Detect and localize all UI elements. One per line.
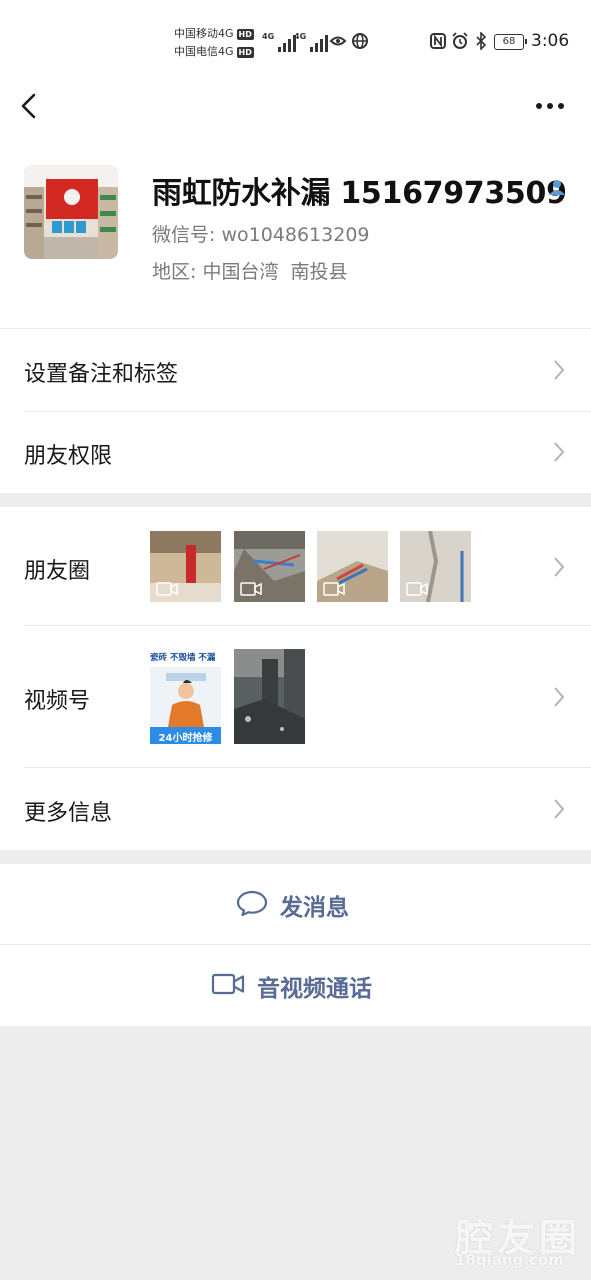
watermark-url: 18qiang.com [455,1251,564,1269]
watermark: 腔友圈 18qiang.com [455,1207,581,1269]
moments-thumbnail[interactable] [150,531,221,602]
clock: 3:06 [531,31,570,51]
chevron-right-icon [552,556,566,578]
channels-thumb-bottom-text: 24小时抢修 [158,733,213,744]
region: 地区: 中国台湾 南投县 [152,261,348,283]
video-icon [156,582,178,596]
send-message-button[interactable]: 发消息 [0,864,591,945]
av-call-label: 音视频通话 [257,975,372,1002]
battery-icon: 68 [494,34,527,50]
friend-permissions-row[interactable]: 朋友权限 [0,412,591,493]
moments-thumbnail[interactable] [400,531,471,602]
globe-icon [351,32,369,55]
contact-name: 雨虹防水补漏 15167973509 [152,176,567,211]
back-icon[interactable] [18,92,42,120]
friend-permissions-label: 朋友权限 [24,444,113,469]
data-saver-icon [329,32,347,55]
video-icon [406,582,428,596]
hd-badge: HD [236,28,254,40]
contact-icon [548,178,566,196]
send-message-label: 发消息 [280,894,349,921]
wechat-id: 微信号: wo1048613209 [152,224,370,246]
carrier-2: 中国电信4G [174,45,234,58]
moments-row[interactable]: 朋友圈 [0,507,591,625]
signal-icon: 4G [262,32,297,52]
hd-badge: HD [236,46,254,58]
video-call-icon [211,972,245,1000]
channels-thumb-top-text: 瓷砖 不毁墙 不漏 [150,653,216,663]
alarm-icon [451,32,469,55]
carrier-info: 中国移动4G HD 中国电信4G HD [174,25,254,61]
info-group: 朋友圈 视频号 瓷砖 不毁墙 不漏 24小时抢修 更多信息 [0,507,591,850]
channels-label: 视频号 [24,689,91,714]
chevron-right-icon [552,686,566,708]
moments-thumbnail[interactable] [234,531,305,602]
channels-row[interactable]: 视频号 瓷砖 不毁墙 不漏 24小时抢修 [0,626,591,767]
nfc-icon [429,32,447,55]
moments-thumbnail[interactable] [317,531,388,602]
nav-bar [0,74,591,138]
chevron-right-icon [552,441,566,463]
bluetooth-icon [474,31,488,55]
chat-bubble-icon [236,889,268,921]
video-icon [323,582,345,596]
settings-group: 设置备注和标签 朋友权限 [0,329,591,493]
signal-icon: 4G [294,32,329,52]
status-bar: 中国移动4G HD 中国电信4G HD 4G 4G 68 3:06 [0,0,591,74]
more-options-icon[interactable] [534,92,566,120]
video-icon [240,582,262,596]
channels-thumbnail[interactable]: 瓷砖 不毁墙 不漏 24小时抢修 [150,649,221,744]
channels-thumbnail[interactable] [234,649,305,744]
moments-label: 朋友圈 [24,559,91,584]
av-call-button[interactable]: 音视频通话 [0,945,591,1026]
more-info-row[interactable]: 更多信息 [0,768,591,850]
chevron-right-icon [552,798,566,820]
remarks-tags-label: 设置备注和标签 [24,362,179,387]
more-info-label: 更多信息 [24,801,113,826]
profile-header: 雨虹防水补漏 15167973509 微信号: wo1048613209 地区:… [0,138,591,328]
carrier-1: 中国移动4G [174,27,234,40]
remarks-tags-row[interactable]: 设置备注和标签 [0,329,591,411]
avatar[interactable] [24,165,118,259]
chevron-right-icon [552,359,566,381]
